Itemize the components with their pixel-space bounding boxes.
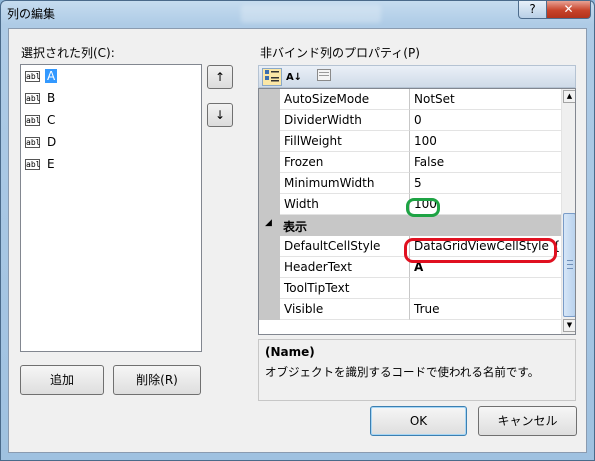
property-row-frozen[interactable]: Frozen False — [259, 152, 561, 173]
property-row-fillweight[interactable]: FillWeight 100 — [259, 131, 561, 152]
property-name: Frozen — [280, 152, 410, 173]
row-gutter — [259, 173, 280, 194]
properties-label: 非バインド列のプロパティ(P) — [260, 46, 420, 60]
row-gutter — [259, 299, 280, 320]
alphabetical-sort-icon[interactable]: A↓ — [284, 68, 304, 86]
category-display[interactable]: ◢ 表示 — [259, 215, 561, 236]
ok-button[interactable]: OK — [370, 406, 467, 436]
move-down-button[interactable]: ↓ — [207, 103, 233, 127]
property-row-visible[interactable]: Visible True — [259, 299, 561, 320]
textbox-column-icon: abl — [25, 115, 41, 126]
scroll-grip-icon — [567, 260, 573, 269]
highlight-width-value — [406, 198, 440, 217]
textbox-column-icon: abl — [25, 71, 41, 82]
list-item-label: B — [47, 91, 56, 105]
row-gutter — [259, 257, 280, 278]
row-gutter — [259, 110, 280, 131]
description-panel: (Name) オブジェクトを識別するコードで使われる名前です。 — [258, 339, 576, 401]
row-gutter — [259, 194, 280, 215]
property-value[interactable]: False — [410, 152, 561, 173]
property-row-autosizemode[interactable]: AutoSizeMode NotSet — [259, 89, 561, 110]
title-bar-glow — [241, 5, 381, 23]
row-gutter — [259, 152, 280, 173]
list-item-d[interactable]: abl D — [24, 134, 194, 152]
list-item-a[interactable]: abl A — [24, 68, 194, 86]
selected-columns-label: 選択された列(C): — [21, 46, 115, 60]
textbox-column-icon: abl — [25, 137, 41, 148]
property-name: Width — [280, 194, 410, 215]
collapse-triangle-icon[interactable]: ◢ — [265, 218, 272, 228]
property-value[interactable]: NotSet — [410, 89, 561, 110]
list-item-label: E — [47, 157, 55, 171]
categorized-icon-glyph — [265, 70, 279, 82]
property-name: FillWeight — [280, 131, 410, 152]
columns-listbox[interactable]: abl A abl B abl C abl D abl E — [20, 64, 202, 352]
property-name: HeaderText — [280, 257, 410, 278]
list-item-e[interactable]: abl E — [24, 156, 194, 174]
list-item-label: A — [45, 69, 58, 83]
category-label: 表示 — [283, 220, 308, 234]
property-value[interactable]: True — [410, 299, 561, 320]
property-name: MinimumWidth — [280, 173, 410, 194]
property-value[interactable]: 100 — [410, 131, 561, 152]
property-name: DividerWidth — [280, 110, 410, 131]
property-name: Visible — [280, 299, 410, 320]
highlight-defaultcellstyle-value — [404, 238, 557, 263]
help-button[interactable]: ? — [518, 1, 547, 19]
textbox-column-icon: abl — [25, 159, 41, 170]
property-value[interactable]: 5 — [410, 173, 561, 194]
list-item-c[interactable]: abl C — [24, 112, 194, 130]
list-item-label: D — [47, 135, 57, 149]
property-name: AutoSizeMode — [280, 89, 410, 110]
property-value[interactable]: 0 — [410, 110, 561, 131]
close-button[interactable]: ✕ — [546, 1, 591, 19]
textbox-column-icon: abl — [25, 93, 41, 104]
categorized-icon[interactable] — [262, 68, 282, 86]
title-bar[interactable]: 列の編集 ? ✕ — [1, 1, 594, 27]
scroll-up-icon[interactable]: ▲ — [563, 90, 575, 103]
arrow-down-icon: ↓ — [214, 108, 226, 122]
description-title: (Name) — [265, 345, 315, 359]
property-grid-toolbar: A↓ — [258, 65, 576, 88]
row-gutter — [259, 278, 280, 299]
scroll-down-icon[interactable]: ▼ — [563, 319, 575, 332]
description-text: オブジェクトを識別するコードで使われる名前です。 — [265, 365, 540, 379]
window-title: 列の編集 — [7, 7, 56, 21]
scroll-thumb[interactable] — [563, 213, 575, 317]
add-button[interactable]: 追加 — [20, 365, 104, 395]
property-row-dividerwidth[interactable]: DividerWidth 0 — [259, 110, 561, 131]
property-pages-icon[interactable] — [314, 68, 334, 86]
list-item-b[interactable]: abl B — [24, 90, 194, 108]
remove-button[interactable]: 削除(R) — [113, 365, 201, 395]
property-pages-glyph — [317, 69, 331, 81]
property-grid-scrollbar[interactable]: ▲ ▼ — [561, 89, 575, 334]
row-gutter — [259, 131, 280, 152]
property-row-tooltiptext[interactable]: ToolTipText — [259, 278, 561, 299]
list-item-label: C — [47, 113, 56, 127]
row-gutter — [259, 89, 280, 110]
property-name: DefaultCellStyle — [280, 236, 410, 257]
row-gutter — [259, 236, 280, 257]
arrow-up-icon: ↑ — [214, 70, 226, 84]
cancel-button[interactable]: キャンセル — [478, 406, 577, 436]
property-row-minimumwidth[interactable]: MinimumWidth 5 — [259, 173, 561, 194]
property-value[interactable] — [410, 278, 561, 299]
property-name: ToolTipText — [280, 278, 410, 299]
move-up-button[interactable]: ↑ — [207, 65, 233, 89]
